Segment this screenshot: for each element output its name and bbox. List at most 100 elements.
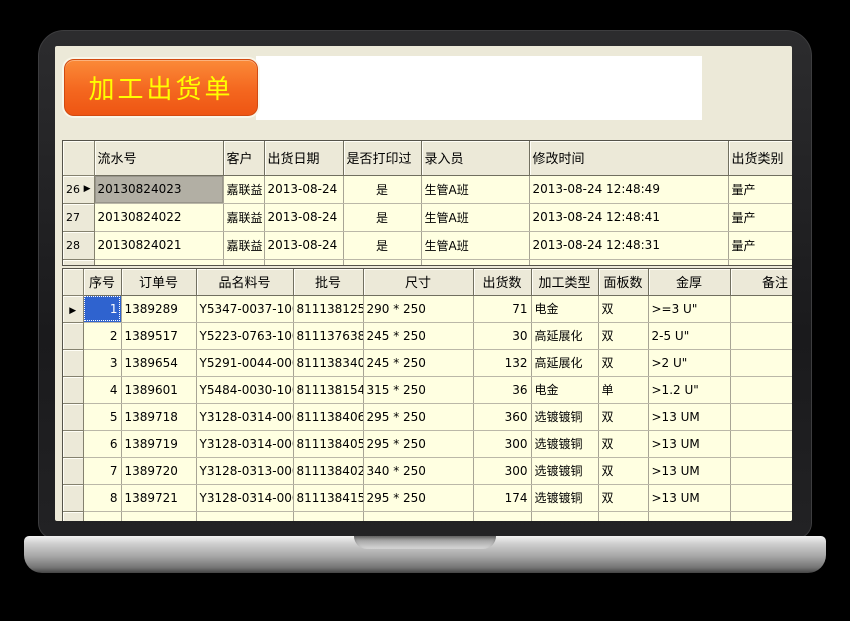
cell-order-no[interactable]: 1389289	[121, 295, 196, 322]
cell-gold[interactable]: >13 UM	[648, 403, 730, 430]
cell-part-no[interactable]: Y5347-0037-100	[196, 295, 293, 322]
detail-col-part-no[interactable]: 品名料号	[196, 269, 293, 295]
cell-size[interactable]: 315 * 250	[363, 376, 473, 403]
cell-size[interactable]: 295 * 250	[363, 484, 473, 511]
cell-seq[interactable]: 7	[83, 457, 121, 484]
cell-process[interactable]: 选镀镀铜	[531, 403, 598, 430]
row-marker-cell[interactable]	[63, 322, 83, 349]
cell-seq[interactable]: 4	[83, 376, 121, 403]
orders-select-all-corner[interactable]	[63, 141, 94, 175]
orders-col-modified[interactable]: 修改时间	[529, 141, 728, 175]
cell-seq[interactable]: 8	[83, 484, 121, 511]
cell-panels[interactable]: 双	[598, 430, 648, 457]
cell-batch-no[interactable]: 8111376383	[293, 322, 363, 349]
cell-category[interactable]: 量产	[728, 203, 792, 231]
orders-col-serial[interactable]: 流水号	[94, 141, 223, 175]
cell-printed[interactable]: 是	[343, 175, 421, 203]
detail-col-qty[interactable]: 出货数	[473, 269, 531, 295]
cell-part-no[interactable]: Y3128-0313-000	[196, 457, 293, 484]
cell-qty[interactable]: 36	[473, 376, 531, 403]
cell-process[interactable]: 电金	[531, 295, 598, 322]
cell-gold[interactable]: >13 UM	[648, 457, 730, 484]
cell-size[interactable]: 245 * 250	[363, 349, 473, 376]
cell-size[interactable]: 295 * 250	[363, 430, 473, 457]
cell-category[interactable]: 量产	[728, 175, 792, 203]
cell-seq[interactable]: 2	[83, 322, 121, 349]
row-marker-cell[interactable]	[63, 484, 83, 511]
orders-col-category[interactable]: 出货类别	[728, 141, 792, 175]
cell-order-no[interactable]: 1389517	[121, 322, 196, 349]
cell-qty[interactable]: 174	[473, 484, 531, 511]
cell-order-no[interactable]: 1389718	[121, 403, 196, 430]
cell-remark[interactable]	[730, 484, 792, 511]
cell-process[interactable]: 选镀镀铜	[531, 457, 598, 484]
cell-part-no[interactable]: Y5291-0044-000	[196, 349, 293, 376]
row-marker-cell[interactable]	[63, 403, 83, 430]
row-number-button[interactable]: 28	[63, 231, 94, 259]
cell-gold[interactable]: 2-5 U"	[648, 322, 730, 349]
detail-col-order-no[interactable]: 订单号	[121, 269, 196, 295]
cell-modified[interactable]: 2013-08-24 12:48:41	[529, 203, 728, 231]
cell-batch-no[interactable]: 8111384150	[293, 484, 363, 511]
cell-order-no[interactable]: 1389720	[121, 457, 196, 484]
detail-col-size[interactable]: 尺寸	[363, 269, 473, 295]
detail-col-remark[interactable]: 备注	[730, 269, 792, 295]
cell-clerk[interactable]: 生管A班	[421, 231, 529, 259]
cell-remark[interactable]	[730, 457, 792, 484]
cell-remark[interactable]	[730, 349, 792, 376]
cell-clerk[interactable]: 生管A班	[421, 203, 529, 231]
orders-col-clerk[interactable]: 录入员	[421, 141, 529, 175]
row-number-button[interactable]: 27	[63, 203, 94, 231]
shipment-order-button[interactable]: 加工出货单	[64, 59, 258, 116]
cell-batch-no[interactable]: 8111381256.	[293, 295, 363, 322]
cell-size[interactable]: 340 * 250	[363, 457, 473, 484]
cell-qty[interactable]: 300	[473, 430, 531, 457]
detail-col-gold[interactable]: 金厚	[648, 269, 730, 295]
cell-remark[interactable]	[730, 430, 792, 457]
detail-col-panels[interactable]: 面板数	[598, 269, 648, 295]
cell-order-no[interactable]: 1389719	[121, 430, 196, 457]
detail-select-all-corner[interactable]	[63, 269, 83, 295]
cell-customer[interactable]: 嘉联益	[223, 203, 264, 231]
cell-remark[interactable]	[730, 295, 792, 322]
cell-size[interactable]: 290 * 250	[363, 295, 473, 322]
cell-ship-date[interactable]: 2013-08-24	[264, 203, 343, 231]
cell-printed[interactable]: 是	[343, 203, 421, 231]
row-marker-cell[interactable]	[63, 349, 83, 376]
detail-col-process[interactable]: 加工类型	[531, 269, 598, 295]
cell-seq[interactable]: 1	[83, 295, 121, 322]
cell-seq[interactable]: 3	[83, 349, 121, 376]
cell-process[interactable]: 电金	[531, 376, 598, 403]
cell-part-no[interactable]: Y5223-0763-100	[196, 322, 293, 349]
cell-gold[interactable]: >13 UM	[648, 430, 730, 457]
cell-modified[interactable]: 2013-08-24 12:48:49	[529, 175, 728, 203]
cell-remark[interactable]	[730, 322, 792, 349]
cell-serial[interactable]: 20130824022	[94, 203, 223, 231]
row-marker-cell[interactable]	[63, 457, 83, 484]
cell-batch-no[interactable]: 8111384068	[293, 403, 363, 430]
cell-order-no[interactable]: 1389721	[121, 484, 196, 511]
cell-part-no[interactable]: Y5484-0030-100	[196, 376, 293, 403]
cell-seq[interactable]: 6	[83, 430, 121, 457]
row-marker-cell[interactable]	[63, 376, 83, 403]
cell-size[interactable]: 295 * 250	[363, 403, 473, 430]
detail-col-seq[interactable]: 序号	[83, 269, 121, 295]
detail-col-batch-no[interactable]: 批号	[293, 269, 363, 295]
row-marker-cell[interactable]	[63, 430, 83, 457]
cell-panels[interactable]: 双	[598, 322, 648, 349]
cell-gold[interactable]: >2 U"	[648, 349, 730, 376]
cell-printed[interactable]: 是	[343, 231, 421, 259]
cell-qty[interactable]: 300	[473, 457, 531, 484]
cell-order-no[interactable]: 1389654	[121, 349, 196, 376]
cell-panels[interactable]: 双	[598, 295, 648, 322]
cell-ship-date[interactable]: 2013-08-24	[264, 175, 343, 203]
cell-panels[interactable]: 单	[598, 376, 648, 403]
cell-batch-no[interactable]: 8111384059	[293, 430, 363, 457]
cell-serial[interactable]: 20130824021	[94, 231, 223, 259]
cell-gold[interactable]: >1.2 U"	[648, 376, 730, 403]
cell-remark[interactable]	[730, 376, 792, 403]
cell-batch-no[interactable]: 8111381542	[293, 376, 363, 403]
cell-size[interactable]: 245 * 250	[363, 322, 473, 349]
cell-customer[interactable]: 嘉联益	[223, 231, 264, 259]
cell-gold[interactable]: >13 UM	[648, 484, 730, 511]
